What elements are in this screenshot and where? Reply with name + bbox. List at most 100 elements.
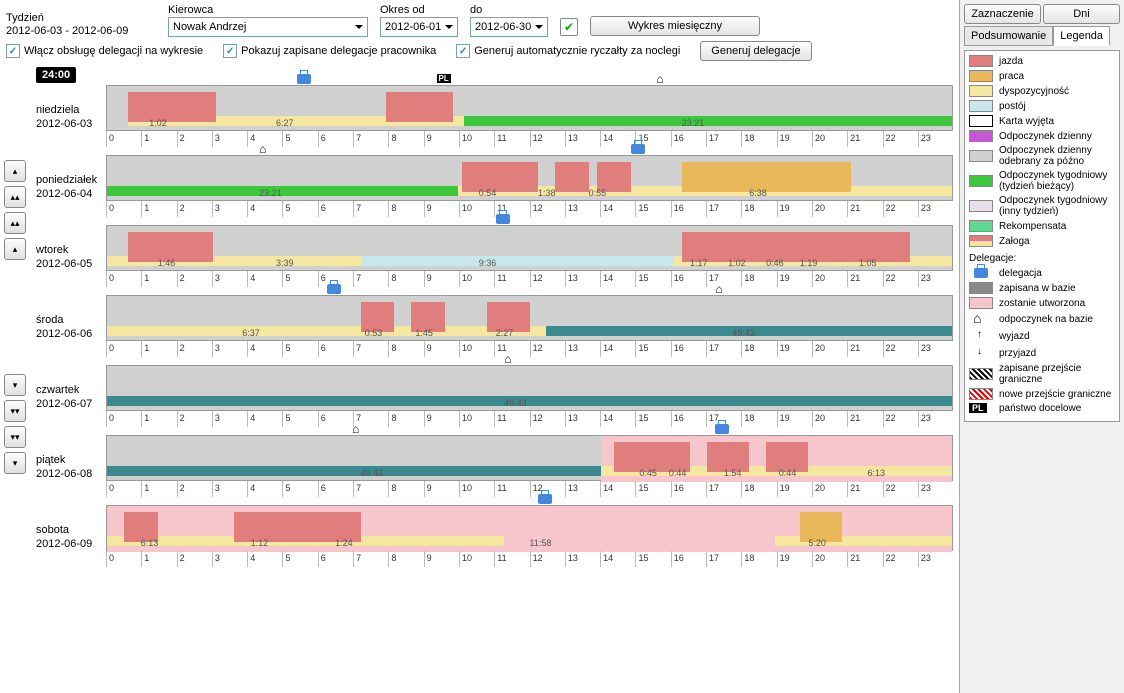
hour-tick: 12	[530, 341, 565, 357]
legend-swatch	[969, 70, 993, 82]
house-icon: ⌂	[352, 422, 359, 436]
timeline-track[interactable]: 49:430:450:441:540:446:13⌂	[106, 435, 953, 481]
activity-segment[interactable]	[555, 162, 589, 192]
time-annotation: 6:37	[242, 328, 260, 338]
opt-delegation-chart[interactable]: ✓Włącz obsługę delegacji na wykresie	[6, 44, 203, 58]
legend-label: odpoczynek na bazie	[999, 314, 1115, 325]
suitcase-icon	[297, 74, 311, 84]
timeline-track[interactable]: 23:210:541:380:556:38⌂	[106, 155, 953, 201]
nav-double-down[interactable]: ▾▾	[4, 400, 26, 422]
date-from[interactable]: 2012-06-01	[380, 17, 458, 37]
hour-tick: 2	[177, 201, 212, 217]
generate-delegations-button[interactable]: Generuj delegacje	[700, 41, 811, 61]
driver-value: Nowak Andrzej	[173, 21, 246, 33]
activity-segment[interactable]	[462, 162, 538, 192]
driver-combo[interactable]: Nowak Andrzej	[168, 17, 368, 37]
nav-page-down[interactable]: ▾▾	[4, 426, 26, 448]
house-icon: ⌂	[973, 310, 981, 326]
legend-swatch	[969, 297, 993, 309]
hour-tick: 8	[388, 551, 423, 567]
legend-item: ↓ przyjazd	[969, 346, 1115, 360]
date-to[interactable]: 2012-06-30	[470, 17, 548, 37]
hour-tick: 6	[318, 551, 353, 567]
hour-tick: 19	[777, 481, 812, 497]
timeline-track[interactable]: 1:026:2723:21PL⌂	[106, 85, 953, 131]
activity-segment[interactable]	[107, 186, 458, 196]
hour-tick: 14	[600, 341, 635, 357]
hour-tick: 2	[177, 341, 212, 357]
activity-segment[interactable]	[107, 326, 546, 336]
timeline-track[interactable]: 6:370:531:452:2749:43⌂	[106, 295, 953, 341]
hour-tick: 20	[812, 411, 847, 427]
day-label: wtorek2012-06-05	[36, 225, 106, 272]
hour-tick: 0	[106, 131, 141, 147]
chevron-down-icon	[445, 25, 453, 29]
hour-tick: 3	[212, 201, 247, 217]
time-annotation: 0:46	[766, 258, 784, 268]
activity-segment[interactable]	[386, 92, 454, 122]
day-row: wtorek2012-06-051:463:399:361:171:020:46…	[36, 225, 953, 287]
hour-tick: 15	[635, 411, 670, 427]
legend-label: Załoga	[999, 236, 1115, 247]
legend-label: państwo docelowe	[999, 403, 1115, 414]
hour-tick: 23	[918, 341, 953, 357]
time-annotation: 1:02	[149, 118, 167, 128]
activity-segment[interactable]	[107, 466, 601, 476]
time-annotation: 0:45	[639, 468, 657, 478]
hour-tick: 0	[106, 551, 141, 567]
opt-auto-lumpsum[interactable]: ✓Generuj automatycznie ryczałty za nocle…	[456, 44, 680, 58]
nav-up[interactable]: ▴	[4, 238, 26, 260]
period-from-label: Okres od	[380, 4, 458, 16]
tab-legend[interactable]: Legenda	[1053, 26, 1110, 46]
hour-tick: 11	[494, 271, 529, 287]
opt-show-saved[interactable]: ✓Pokazuj zapisane delegacje pracownika	[223, 44, 436, 58]
legend-swatch	[969, 388, 993, 400]
activity-segment[interactable]	[128, 92, 216, 122]
nav-go-end-down[interactable]: ▾	[4, 452, 26, 474]
hour-tick: 16	[671, 551, 706, 567]
arrow-down-icon: ↓	[977, 346, 982, 357]
days-button[interactable]: Dni	[1043, 4, 1120, 24]
activity-segment[interactable]	[361, 256, 674, 266]
nav-page-up[interactable]: ▴▴	[4, 186, 26, 208]
hour-tick: 21	[847, 481, 882, 497]
time-annotation: 0:54	[479, 188, 497, 198]
hour-tick: 22	[883, 341, 918, 357]
hour-tick: 13	[565, 271, 600, 287]
timeline-track[interactable]: 6:131:121:2411:585:20	[106, 505, 953, 551]
hour-tick: 1	[141, 201, 176, 217]
nav-double-up[interactable]: ▴▴	[4, 212, 26, 234]
legend-item: PLpaństwo docelowe	[969, 403, 1115, 414]
hour-tick: 1	[141, 271, 176, 287]
hour-tick: 21	[847, 411, 882, 427]
hour-tick: 13	[565, 481, 600, 497]
day-label: czwartek2012-06-07	[36, 365, 106, 412]
hour-tick: 10	[459, 551, 494, 567]
hour-tick: 14	[600, 411, 635, 427]
apply-button[interactable]	[560, 18, 578, 36]
hour-tick: 10	[459, 271, 494, 287]
legend-label: przyjazd	[999, 348, 1115, 359]
monthly-chart-button[interactable]: Wykres miesięczny	[590, 16, 760, 36]
legend-label: jazda	[999, 56, 1115, 67]
hour-tick: 13	[565, 551, 600, 567]
nav-down[interactable]: ▾	[4, 374, 26, 396]
selection-button[interactable]: Zaznaczenie	[964, 4, 1041, 24]
hour-axis: 01234567891011121314151617181920212223	[106, 481, 953, 497]
legend-item: zostanie utworzona	[969, 297, 1115, 309]
hour-tick: 12	[530, 131, 565, 147]
time-annotation: 0:53	[365, 328, 383, 338]
arrow-up-icon: ↑	[977, 329, 982, 340]
day-label: sobota2012-06-09	[36, 505, 106, 552]
legend-item: Odpoczynek tygodniowy (tydzień bieżący)	[969, 170, 1115, 192]
activity-segment[interactable]	[464, 116, 952, 126]
tab-summary[interactable]: Podsumowanie	[964, 26, 1053, 46]
timeline-track[interactable]: 1:463:399:361:171:020:461:191:05	[106, 225, 953, 271]
nav-go-end-up[interactable]: ▴	[4, 160, 26, 182]
hour-tick: 6	[318, 411, 353, 427]
hour-tick: 7	[353, 201, 388, 217]
hour-tick: 16	[671, 271, 706, 287]
timeline-track[interactable]: 49:43⌂	[106, 365, 953, 411]
activity-segment[interactable]	[107, 396, 952, 406]
hour-tick: 15	[635, 271, 670, 287]
